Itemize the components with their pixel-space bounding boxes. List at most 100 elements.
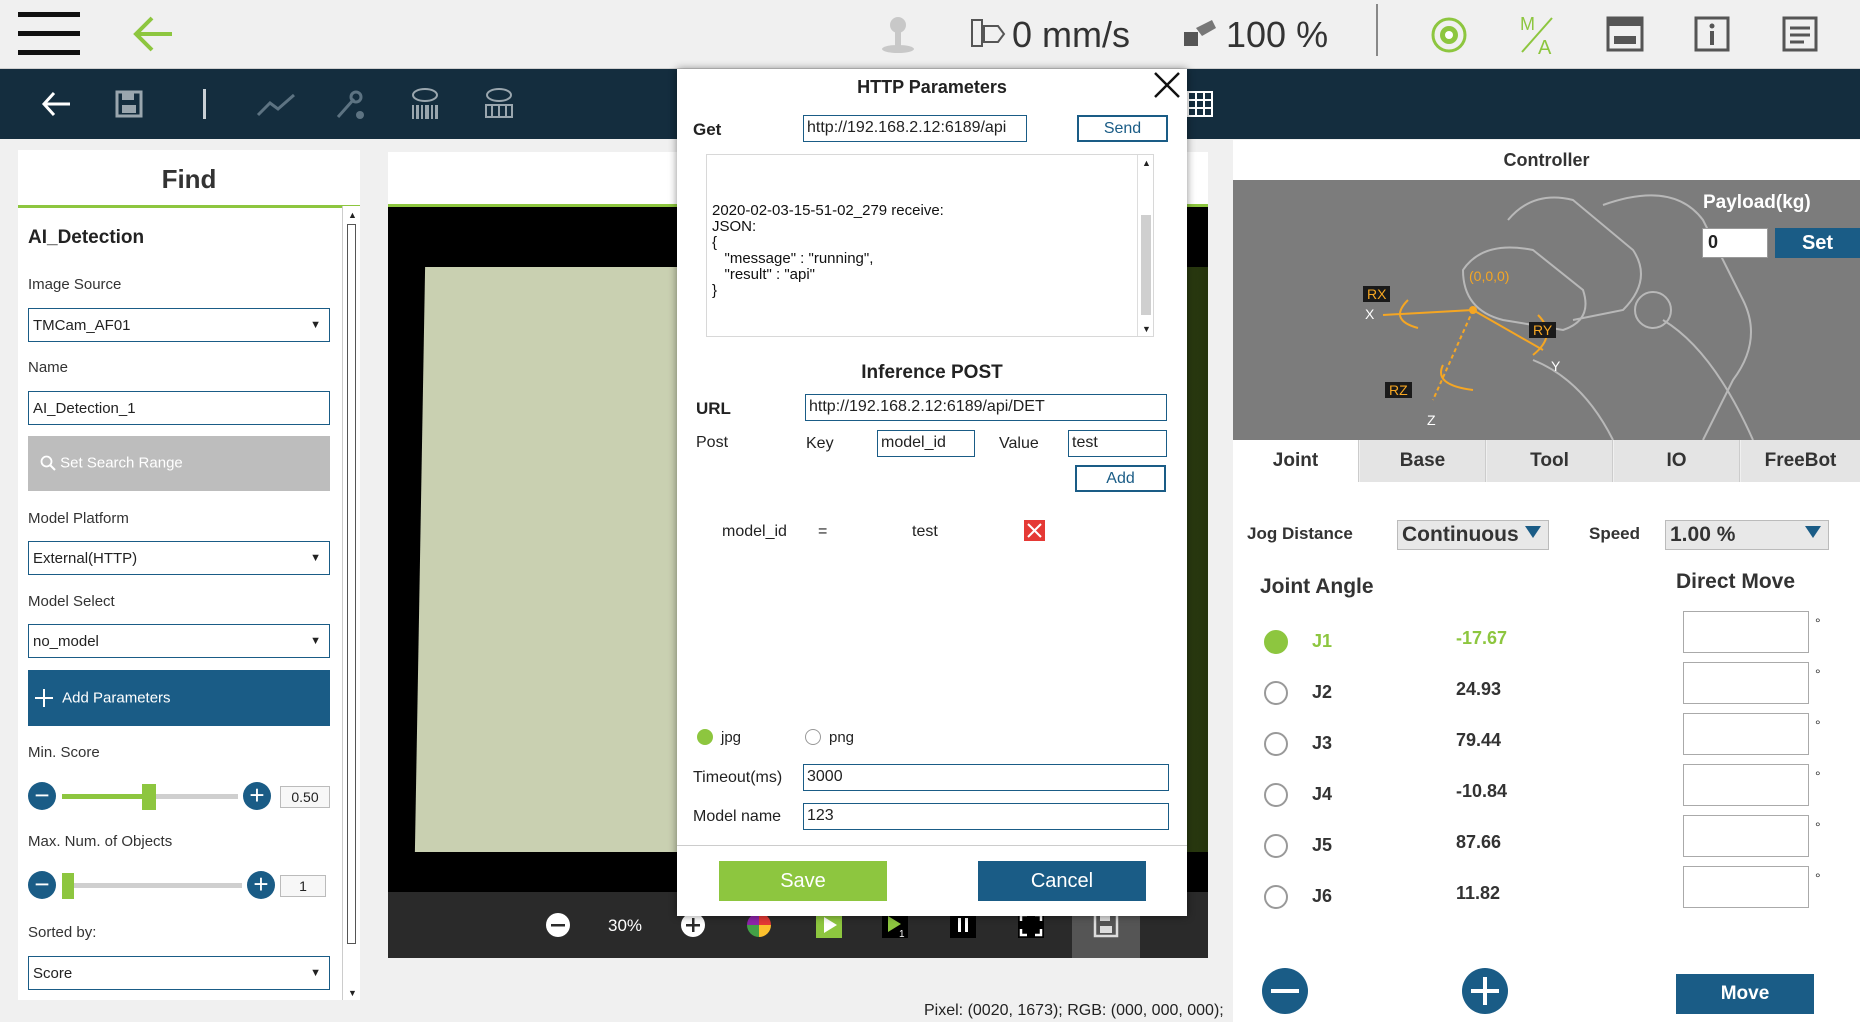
model-platform-select[interactable]: External(HTTP) ▼ [28, 541, 330, 575]
chevron-down-icon: ▼ [310, 552, 321, 564]
x-label: X [1365, 306, 1375, 322]
log-line: { [712, 234, 718, 251]
tab-io[interactable]: IO [1614, 440, 1740, 482]
trend-icon[interactable] [256, 91, 296, 119]
max-objects-increase-button[interactable]: + [247, 871, 275, 899]
jog-distance-select[interactable]: Continuous [1397, 520, 1549, 550]
inference-title: Inference POST [861, 362, 1003, 383]
max-objects-value[interactable]: 1 [280, 875, 326, 897]
get-url-input[interactable]: http://192.168.2.12:6189/api [803, 115, 1027, 142]
find-panel-scrollbar[interactable]: ▲ ▼ [342, 206, 360, 1000]
find-title-underline [18, 205, 360, 208]
key-input[interactable]: model_id [877, 430, 975, 457]
sorted-by-select[interactable]: Score ▼ [28, 956, 330, 990]
value-input[interactable]: test [1068, 430, 1167, 457]
joint-radio-j2[interactable] [1264, 681, 1288, 705]
direct-move-input-j5[interactable] [1683, 815, 1809, 857]
min-score-decrease-button[interactable]: − [28, 782, 56, 810]
max-objects-decrease-button[interactable]: − [28, 871, 56, 899]
back-icon[interactable] [40, 89, 72, 119]
max-objects-slider[interactable] [62, 883, 242, 888]
tab-tool[interactable]: Tool [1487, 440, 1613, 482]
set-search-range-button[interactable]: Set Search Range [28, 436, 330, 491]
chevron-down-icon: ▼ [310, 319, 321, 331]
get-label: Get [693, 120, 722, 139]
timeout-input[interactable]: 3000 [803, 764, 1169, 791]
rz-label: RZ [1385, 382, 1412, 398]
joint-radio-j3[interactable] [1264, 732, 1288, 756]
post-url-input[interactable]: http://192.168.2.12:6189/api/DET [805, 394, 1167, 421]
save-icon[interactable] [114, 89, 144, 119]
param-key: model_id [722, 523, 787, 540]
barcode-num-icon[interactable] [482, 87, 516, 121]
log-line: } [712, 282, 718, 299]
barcode-abc-icon[interactable] [408, 87, 442, 121]
min-score-increase-button[interactable]: + [243, 782, 271, 810]
response-log-scrollbar[interactable]: ▲ ▼ [1137, 155, 1153, 336]
name-input[interactable]: AI_Detection_1 [28, 391, 330, 425]
y-label: Y [1551, 358, 1561, 374]
find-panel: Find AI_Detection Image Source TMCam_AF0… [18, 150, 360, 1000]
add-parameters-button[interactable]: Add Parameters [28, 670, 330, 726]
direct-move-input-j2[interactable] [1683, 662, 1809, 704]
grid-icon[interactable] [1187, 91, 1213, 117]
tab-freebot[interactable]: FreeBot [1741, 440, 1860, 482]
sorted-by-value: Score [33, 965, 73, 982]
jpg-radio[interactable] [697, 729, 713, 745]
topbar-divider [1376, 4, 1378, 56]
tab-base[interactable]: Base [1360, 440, 1486, 482]
zoom-out-icon[interactable] [545, 912, 571, 938]
jog-minus-button[interactable] [1261, 967, 1309, 1015]
set-search-range-label: Set Search Range [60, 454, 183, 472]
payload-input[interactable]: 0 [1702, 228, 1768, 258]
hamburger-menu-icon[interactable] [18, 12, 80, 56]
model-platform-label: Model Platform [28, 510, 129, 527]
log-line: 2020-02-03-15-51-02_279 receive: [712, 202, 944, 219]
joint-radio-j5[interactable] [1264, 834, 1288, 858]
log-line: "result" : "api" [712, 266, 816, 283]
joint-radio-j6[interactable] [1264, 885, 1288, 909]
save-button[interactable]: Save [719, 861, 887, 901]
target-icon[interactable] [1430, 16, 1468, 54]
robot-stick-icon [880, 16, 916, 54]
cancel-button[interactable]: Cancel [978, 861, 1146, 901]
move-button[interactable]: Move [1676, 974, 1814, 1014]
tab-joint[interactable]: Joint [1233, 440, 1359, 482]
delete-param-icon[interactable] [1024, 520, 1045, 541]
payload-set-button[interactable]: Set [1775, 228, 1860, 258]
png-radio[interactable] [805, 729, 821, 745]
speed-select[interactable]: 1.00 % [1665, 520, 1829, 550]
zoom-level: 30% [608, 916, 643, 935]
close-icon[interactable] [1151, 69, 1183, 101]
response-log: 2020-02-03-15-51-02_279 receive: JSON: {… [706, 154, 1154, 337]
back-arrow-icon[interactable] [132, 14, 174, 54]
notes-icon[interactable] [1782, 16, 1818, 52]
min-score-value[interactable]: 0.50 [280, 786, 330, 808]
image-source-select[interactable]: TMCam_AF01 ▼ [28, 308, 330, 342]
model-select[interactable]: no_model ▼ [28, 624, 330, 658]
keyboard-icon[interactable] [1606, 16, 1644, 52]
jpg-label: jpg [721, 729, 742, 746]
add-button[interactable]: Add [1075, 465, 1166, 492]
image-source-label: Image Source [28, 276, 122, 293]
min-score-slider-handle[interactable] [142, 784, 156, 810]
manual-auto-icon[interactable]: MA [1518, 12, 1558, 56]
model-name-input[interactable]: 123 [803, 803, 1169, 830]
send-button[interactable]: Send [1077, 115, 1168, 142]
jog-plus-button[interactable] [1461, 967, 1509, 1015]
model-platform-value: External(HTTP) [33, 550, 138, 567]
joint-value-j3: 79.44 [1456, 730, 1502, 750]
direct-move-input-j1[interactable] [1683, 611, 1809, 653]
degree-symbol: ° [1815, 819, 1821, 835]
direct-move-input-j4[interactable] [1683, 764, 1809, 806]
direct-move-input-j6[interactable] [1683, 866, 1809, 908]
joint-radio-j4[interactable] [1264, 783, 1288, 807]
max-objects-slider-handle[interactable] [62, 873, 74, 899]
direct-move-input-j3[interactable] [1683, 713, 1809, 755]
model-select-label: Model Select [28, 593, 115, 610]
degree-symbol: ° [1815, 870, 1821, 886]
info-icon[interactable] [1694, 16, 1730, 52]
joint-radio-j1[interactable] [1264, 630, 1288, 654]
chevron-down-icon [1804, 525, 1822, 539]
point-icon[interactable] [334, 87, 368, 121]
